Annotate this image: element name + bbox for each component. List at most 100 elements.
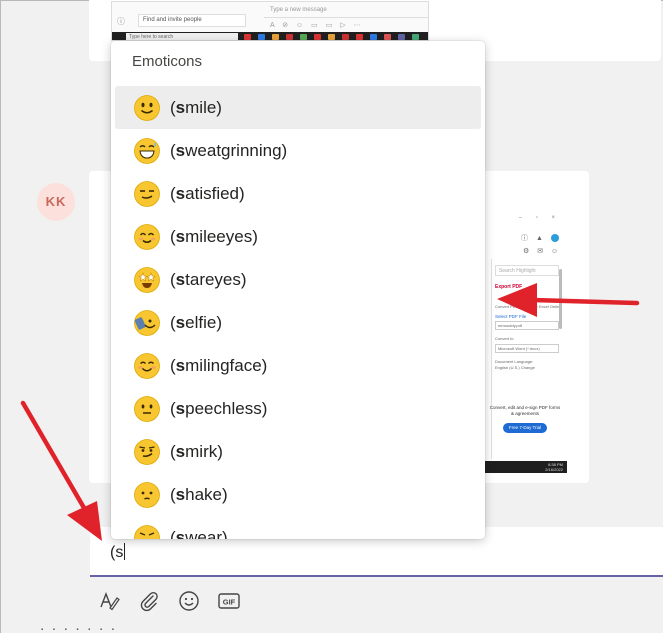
taskbar-app-icon	[398, 34, 405, 40]
taskbar-search: Type here to search	[126, 33, 238, 40]
smilingface-emoji-icon	[134, 352, 160, 379]
emoticon-option[interactable]: (selfie)	[115, 301, 481, 344]
convert-to-field: Microsoft Word (*.docx)	[495, 344, 559, 353]
emoticon-option[interactable]: (swear)	[115, 516, 481, 539]
taskbar-app-icon	[384, 34, 391, 40]
taskbar: 8:38 PM 2/16/2022	[483, 461, 567, 473]
sweatgrinning-emoji-icon	[134, 137, 160, 164]
label-rest: mileeyes)	[185, 226, 258, 246]
attached-screenshot-top[interactable]: ⓘ Find and invite people Type a new mess…	[111, 1, 429, 41]
header-icons-2: ⚙ ✉ ☺	[523, 248, 562, 255]
taskbar-app-icon	[342, 34, 349, 40]
emoji-button[interactable]	[177, 589, 201, 613]
emoticon-label: (satisfied)	[170, 184, 245, 204]
gif-button[interactable]: GIF	[217, 589, 241, 613]
emoji-icon	[179, 591, 199, 611]
promo-text: Convert, edit and e-sign PDF forms & agr…	[489, 405, 561, 416]
label-match: s	[175, 97, 186, 117]
label-rest: milingface)	[185, 355, 268, 375]
label-rest: elfie)	[185, 312, 222, 332]
emoticon-label: (speechless)	[170, 399, 267, 419]
taskbar: Type here to search	[112, 32, 428, 40]
format-icon	[100, 592, 120, 611]
taskbar-app-icon	[412, 34, 419, 40]
avatar[interactable]: KK	[37, 183, 75, 221]
shake-emoji-icon	[134, 481, 160, 508]
clock-date: 2/16/2022	[545, 467, 563, 472]
emoticon-label: (smirk)	[170, 442, 223, 462]
label-rest: weatgrinning)	[185, 140, 288, 160]
label-rest: mile)	[185, 97, 222, 117]
taskbar-app-icon	[370, 34, 377, 40]
attached-screenshot-right[interactable]: – ▫ × ⓘ ▲ ⚙ ✉ ☺ Search Highlight Export …	[483, 209, 567, 473]
type-message-field: Type a new message	[264, 4, 428, 18]
emoticon-option[interactable]: (speechless)	[115, 387, 481, 430]
attach-button[interactable]	[137, 589, 161, 613]
search-field: Search Highlight	[495, 265, 559, 276]
emoticon-option[interactable]: (smilingface)	[115, 344, 481, 387]
emoticon-option[interactable]: (satisfied)	[115, 172, 481, 215]
swear-emoji-icon	[134, 524, 160, 539]
label-match: s	[175, 527, 186, 540]
label-rest: wear)	[185, 527, 228, 540]
promo-button: Free 7-Day Trial	[502, 423, 548, 433]
emoticon-option[interactable]: (sweatgrinning)	[115, 129, 481, 172]
label-match: s	[175, 398, 186, 418]
format-button[interactable]	[97, 589, 121, 613]
emoticon-label: (smilingface)	[170, 356, 267, 376]
language-value: English (U.S.) Change	[495, 365, 535, 370]
label-rest: tareyes)	[185, 269, 247, 289]
label-rest: peechless)	[185, 398, 268, 418]
convert-to-label: Convert to	[495, 336, 514, 341]
export-pdf-heading: Export PDF	[495, 284, 523, 290]
emoticon-label: (stareyes)	[170, 270, 247, 290]
taskbar-clock: 8:38 PM 2/16/2022	[545, 462, 563, 472]
header-icons: ⓘ ▲	[521, 233, 559, 243]
emoticon-label: (selfie)	[170, 313, 222, 333]
emoticon-list: (smile) (sweatgrinning) (satisfied) (smilee…	[115, 86, 481, 539]
emoticon-label: (shake)	[170, 485, 228, 505]
compose-input-value: (s	[110, 544, 124, 561]
emoticon-label: (sweatgrinning)	[170, 141, 287, 161]
emoticon-label: (swear)	[170, 528, 228, 540]
selfie-emoji-icon	[134, 309, 160, 336]
bottom-cut-off-strip: ▪ ▪ ▪ ▪ ▪ ▪ ▪	[41, 627, 118, 633]
popup-title: Emoticons	[132, 53, 203, 70]
gif-icon: GIF	[218, 593, 240, 609]
emoticon-label: (smileeyes)	[170, 227, 258, 247]
compose-toolbar: GIF	[97, 587, 241, 615]
label-rest: hake)	[185, 484, 228, 504]
select-pdf-label: Select PDF File	[495, 314, 527, 319]
scrollbar	[559, 269, 562, 329]
label-rest: mirk)	[185, 441, 223, 461]
label-match: s	[175, 355, 186, 375]
taskbar-app-icon	[314, 34, 321, 40]
smile-emoji-icon	[134, 94, 160, 121]
emoticon-option[interactable]: (stareyes)	[115, 258, 481, 301]
attach-icon	[140, 591, 158, 612]
emoticon-option[interactable]: (smirk)	[115, 430, 481, 473]
smirk-emoji-icon	[134, 438, 160, 465]
speechless-emoji-icon	[134, 395, 160, 422]
taskbar-app-icon	[272, 34, 279, 40]
help-icon: ⓘ	[117, 17, 125, 26]
emoticon-option[interactable]: (smile)	[115, 86, 481, 129]
compose-input[interactable]: (s	[110, 543, 126, 562]
taskbar-app-icon	[300, 34, 307, 40]
format-icons-row: A ⊘ ☺ ▭ ▭ ▷ ⋯	[270, 22, 364, 29]
emoticon-option[interactable]: (shake)	[115, 473, 481, 516]
taskbar-app-icon	[328, 34, 335, 40]
emoticon-label: (smile)	[170, 98, 222, 118]
gif-label: GIF	[223, 598, 236, 607]
taskbar-app-icon	[356, 34, 363, 40]
emoticon-option[interactable]: (smileeyes)	[115, 215, 481, 258]
window-controls: – ▫ ×	[518, 215, 561, 221]
label-match: s	[175, 484, 186, 504]
taskbar-app-icon	[244, 34, 251, 40]
taskbar-app-icon	[286, 34, 293, 40]
smileeyes-emoji-icon	[134, 223, 160, 250]
taskbar-app-icon	[258, 34, 265, 40]
satisfied-emoji-icon	[134, 180, 160, 207]
text-caret	[124, 543, 126, 560]
label-match: s	[175, 269, 186, 289]
